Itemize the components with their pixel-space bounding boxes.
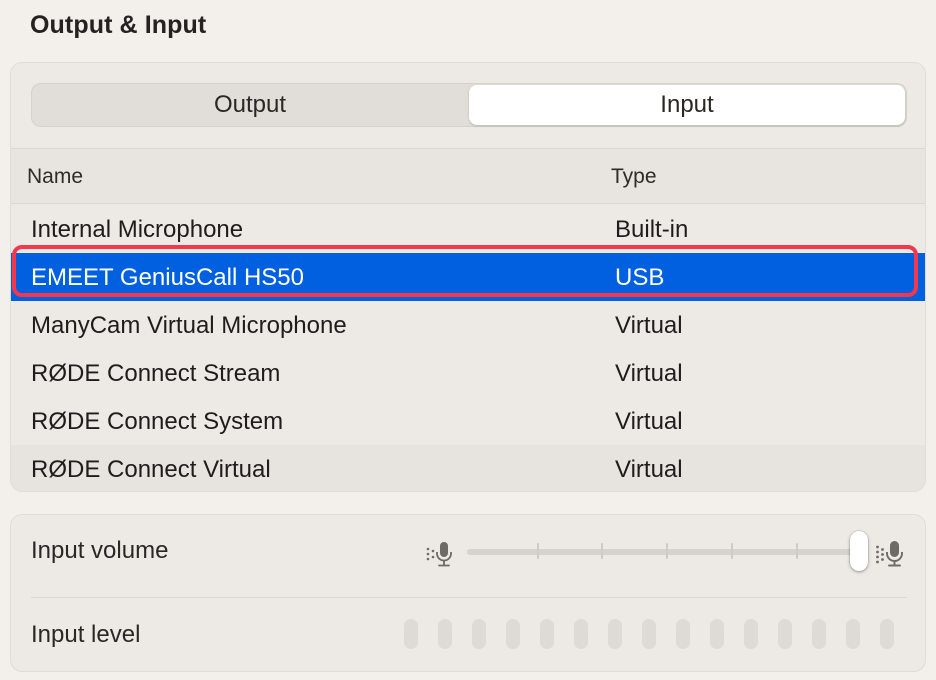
level-segment xyxy=(744,619,758,649)
level-segment xyxy=(608,619,622,649)
input-settings-panel: Input volume Input level xyxy=(10,514,926,672)
level-segment xyxy=(574,619,588,649)
output-input-segmented-control: Output Input xyxy=(31,83,907,127)
level-segment xyxy=(846,619,860,649)
level-segment xyxy=(506,619,520,649)
level-segment xyxy=(472,619,486,649)
level-segment xyxy=(540,619,554,649)
section-title: Output & Input xyxy=(30,11,207,39)
level-segment xyxy=(438,619,452,649)
device-type: Virtual xyxy=(615,312,683,339)
device-row-rode-connect-virtual[interactable]: RØDE Connect Virtual Virtual xyxy=(11,445,925,491)
device-type: Virtual xyxy=(615,408,683,435)
level-segment xyxy=(778,619,792,649)
device-name: RØDE Connect Stream xyxy=(31,360,281,387)
tab-input[interactable]: Input xyxy=(469,85,905,125)
device-row-manycam-virtual-microphone[interactable]: ManyCam Virtual Microphone Virtual xyxy=(11,301,925,349)
device-name: EMEET GeniusCall HS50 xyxy=(31,264,304,291)
device-list: Internal Microphone Built-in EMEET Geniu… xyxy=(11,205,925,491)
device-row-internal-microphone[interactable]: Internal Microphone Built-in xyxy=(11,205,925,253)
divider xyxy=(31,597,907,598)
slider-tick xyxy=(601,543,603,559)
device-name: RØDE Connect System xyxy=(31,408,284,435)
slider-tick xyxy=(731,543,733,559)
device-name: Internal Microphone xyxy=(31,216,244,243)
level-segment xyxy=(404,619,418,649)
slider-tick xyxy=(796,543,798,559)
level-segment xyxy=(710,619,724,649)
device-row-rode-connect-stream[interactable]: RØDE Connect Stream Virtual xyxy=(11,349,925,397)
level-segment xyxy=(880,619,894,649)
device-row-rode-connect-system[interactable]: RØDE Connect System Virtual xyxy=(11,397,925,445)
device-type: USB xyxy=(615,264,665,291)
device-panel: Output Input Name Type Internal Micropho… xyxy=(10,62,926,492)
level-segment xyxy=(642,619,656,649)
table-header: Name Type xyxy=(11,148,925,204)
column-header-type[interactable]: Type xyxy=(611,165,657,189)
column-header-name[interactable]: Name xyxy=(27,165,83,189)
slider-tick xyxy=(537,543,539,559)
device-name: ManyCam Virtual Microphone xyxy=(31,312,347,339)
microphone-high-icon xyxy=(876,541,903,567)
input-volume-label: Input volume xyxy=(31,537,169,564)
device-row-emeet-geniuscall-hs50[interactable]: EMEET GeniusCall HS50 USB xyxy=(11,253,925,301)
tab-output[interactable]: Output xyxy=(33,85,467,125)
device-type: Virtual xyxy=(615,360,683,387)
device-type: Built-in xyxy=(615,216,689,243)
level-segment xyxy=(676,619,690,649)
input-volume-slider-knob[interactable] xyxy=(850,531,868,571)
device-name: RØDE Connect Virtual xyxy=(31,456,271,483)
level-segment xyxy=(812,619,826,649)
microphone-low-icon xyxy=(426,542,452,567)
input-level-label: Input level xyxy=(31,621,141,648)
slider-tick xyxy=(666,543,668,559)
device-type: Virtual xyxy=(615,456,683,483)
